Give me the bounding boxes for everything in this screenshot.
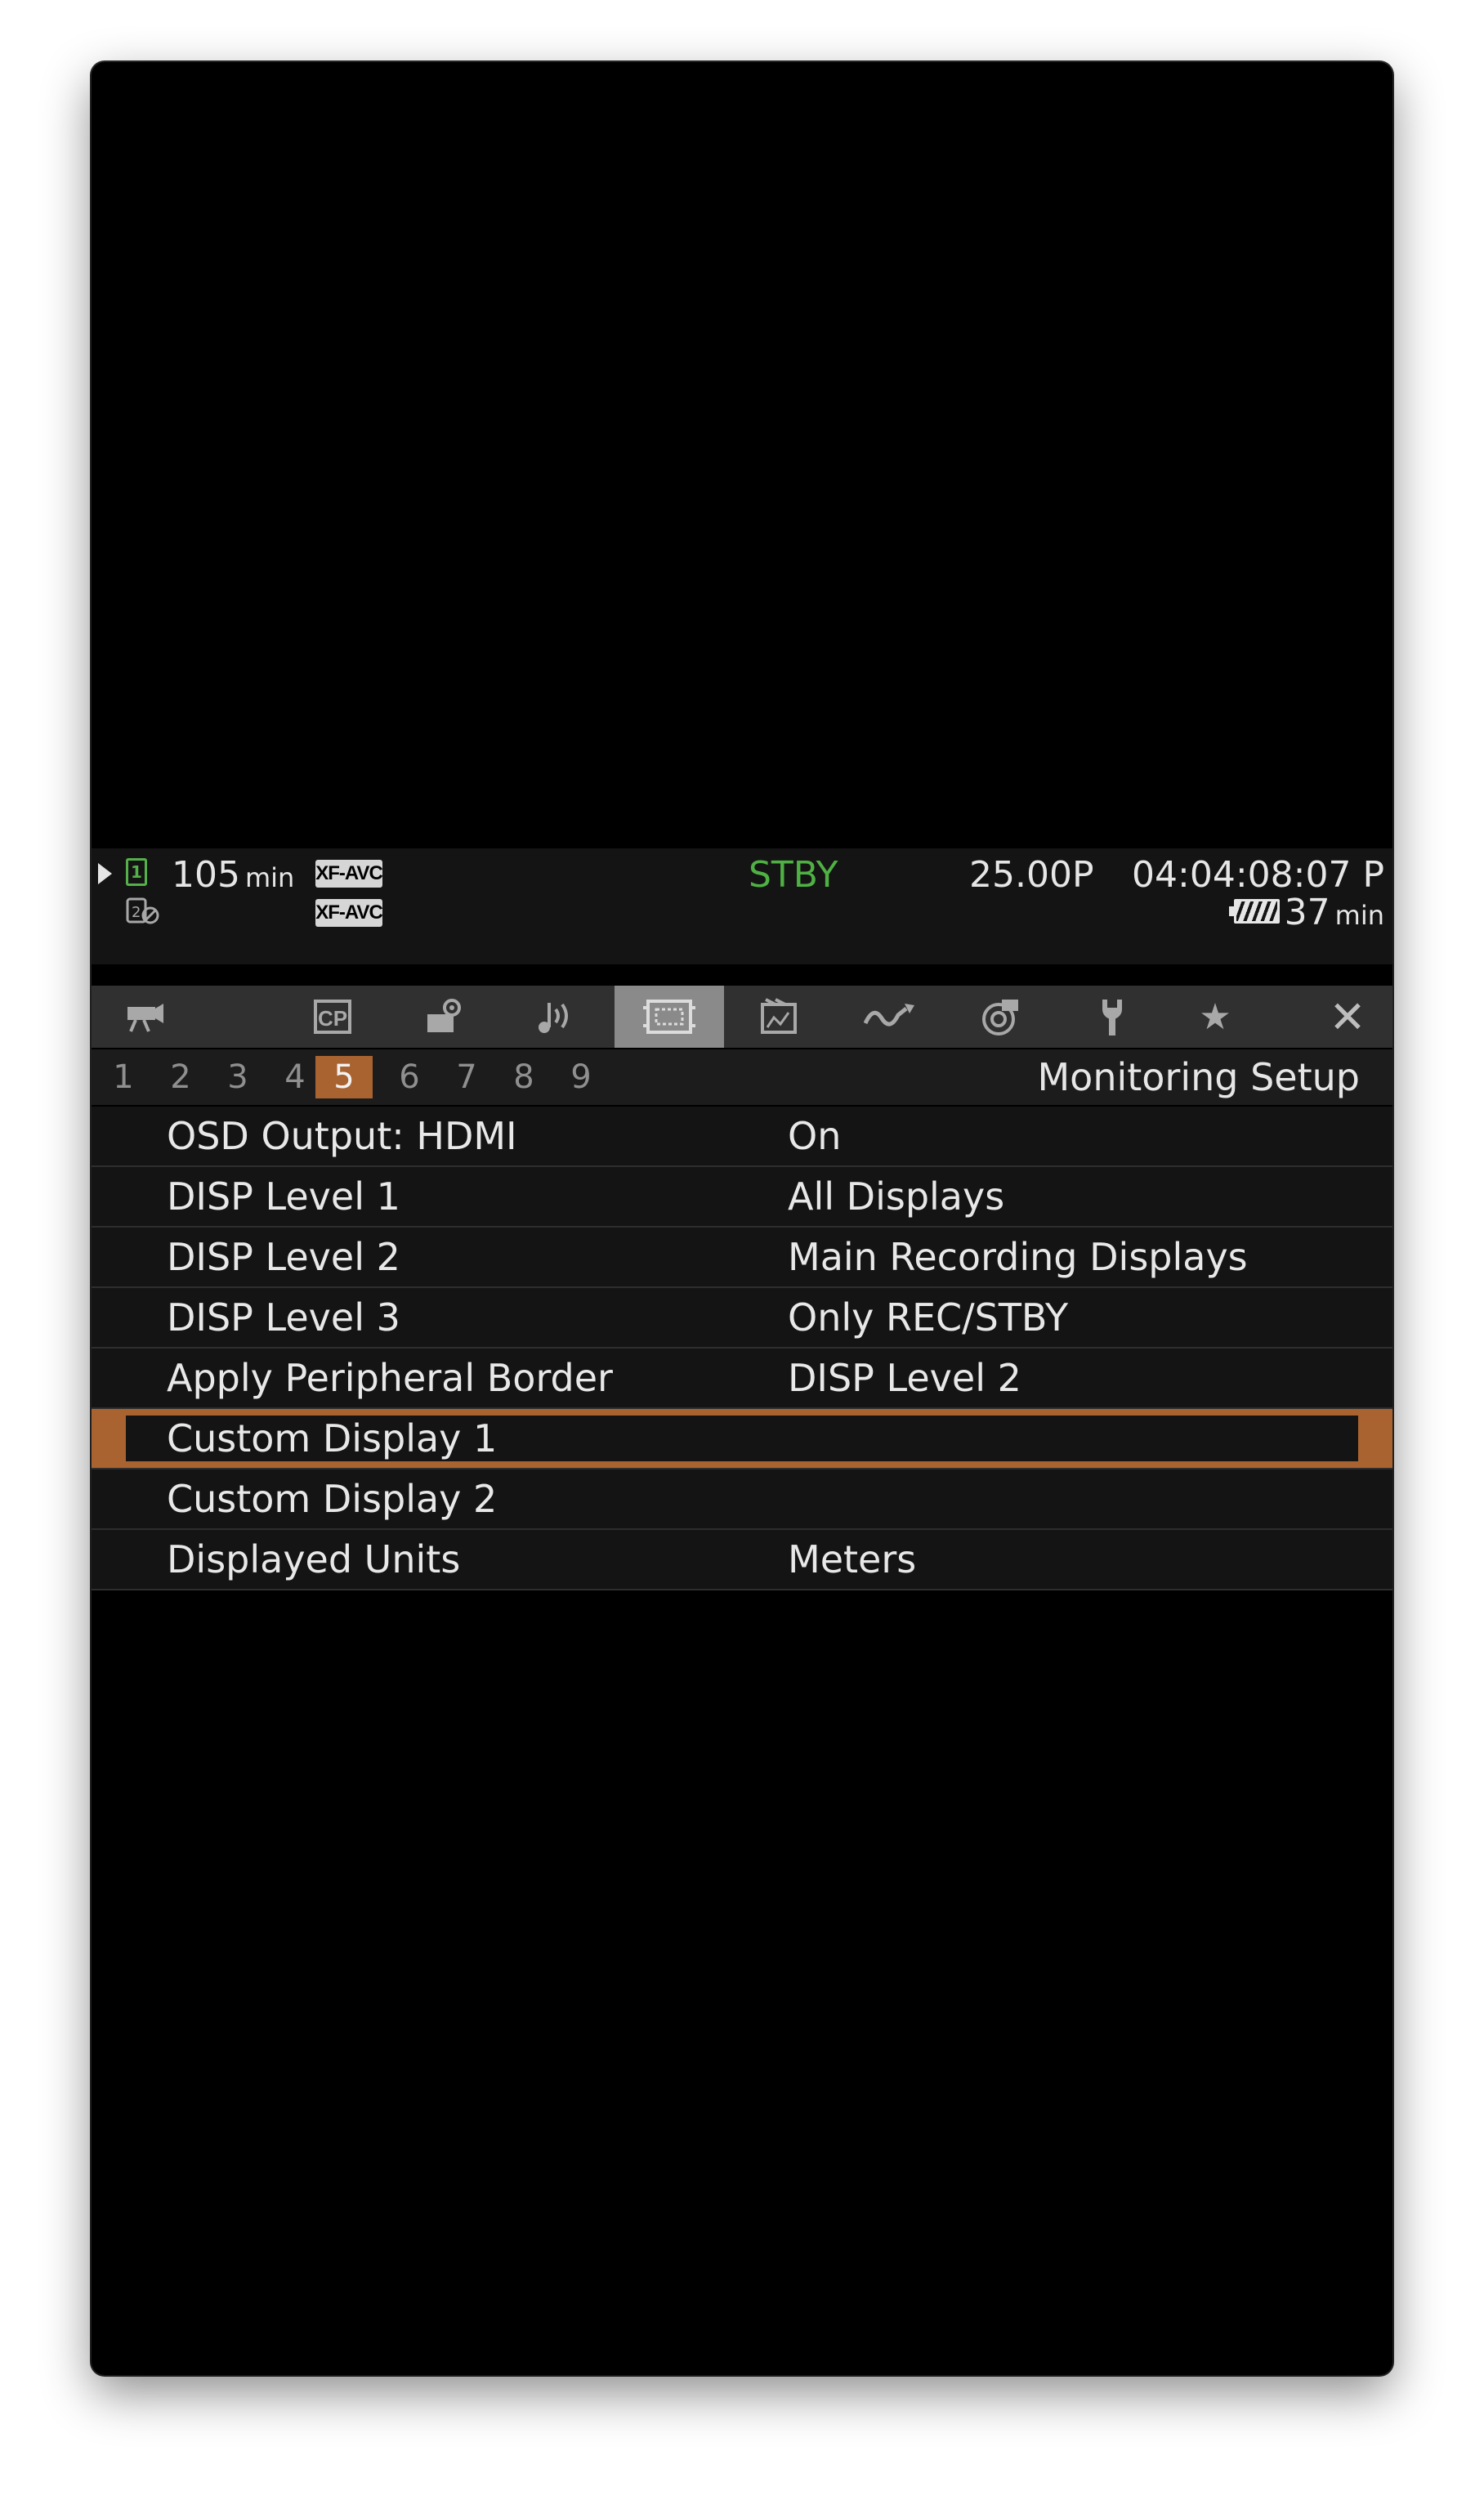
menu-item-value: On bbox=[788, 1114, 842, 1158]
page-2[interactable]: 2 bbox=[152, 1049, 209, 1105]
menu-item-value: Only REC/STBY bbox=[788, 1295, 1069, 1340]
status-bar: 1 2 105 min XF-AVC XF-AVC STBY 25.00P 04:… bbox=[92, 848, 1392, 964]
recording-media-icon bbox=[759, 998, 798, 1036]
menu-item-custom-display-1[interactable]: Custom Display 1 bbox=[92, 1409, 1392, 1469]
sd-card-1-icon: 1 bbox=[126, 858, 147, 886]
sd-card-2-icon: 2 bbox=[126, 896, 160, 925]
menu-tab-bar: CP ★ ✕ bbox=[92, 986, 1392, 1048]
menu-item-osd-output-hdmi[interactable]: OSD Output: HDMI On bbox=[92, 1107, 1392, 1167]
battery-remaining-time: 37 min bbox=[1285, 892, 1384, 936]
menu-item-value: Meters bbox=[788, 1537, 917, 1581]
tab-recording-media[interactable] bbox=[734, 986, 824, 1048]
menu-item-label: DISP Level 2 bbox=[167, 1235, 400, 1279]
menu-item-disp-level-3[interactable]: DISP Level 3 Only REC/STBY bbox=[92, 1288, 1392, 1349]
page-9[interactable]: 9 bbox=[552, 1049, 610, 1105]
tab-assist-functions[interactable] bbox=[956, 986, 1046, 1048]
media-minutes: 105 bbox=[172, 854, 240, 896]
custom-picture-icon: CP bbox=[314, 1000, 351, 1034]
tab-my-menu[interactable]: ★ bbox=[1170, 986, 1260, 1048]
tab-custom-picture[interactable]: CP bbox=[288, 986, 378, 1048]
page-8[interactable]: 8 bbox=[495, 1049, 552, 1105]
page-title: Monitoring Setup bbox=[1037, 1055, 1360, 1099]
menu-item-label: Custom Display 2 bbox=[167, 1477, 498, 1521]
assist-functions-icon bbox=[981, 996, 1021, 1037]
camera-screen: 1 2 105 min XF-AVC XF-AVC STBY 25.00P 04:… bbox=[92, 62, 1392, 2375]
tab-waveform[interactable] bbox=[845, 986, 935, 1048]
menu-item-label: Displayed Units bbox=[167, 1537, 461, 1581]
svg-text:2: 2 bbox=[132, 904, 141, 921]
waveform-icon bbox=[864, 1000, 916, 1033]
menu-item-label: OSD Output: HDMI bbox=[167, 1114, 517, 1158]
tab-monitoring[interactable] bbox=[615, 986, 724, 1048]
audio-icon bbox=[534, 998, 575, 1036]
close-icon: ✕ bbox=[1329, 991, 1366, 1043]
tab-audio[interactable] bbox=[510, 986, 600, 1048]
menu-item-label: DISP Level 3 bbox=[167, 1295, 400, 1340]
menu-item-label: Apply Peripheral Border bbox=[167, 1356, 613, 1400]
settings-list: OSD Output: HDMI On DISP Level 1 All Dis… bbox=[92, 1107, 1392, 1590]
timecode: 04:04:08:07 P bbox=[1132, 854, 1384, 896]
menu-item-value: All Displays bbox=[788, 1174, 1005, 1219]
battery-minutes: 37 bbox=[1284, 892, 1330, 933]
monitoring-icon bbox=[643, 996, 695, 1037]
page-1[interactable]: 1 bbox=[95, 1049, 152, 1105]
tab-camera[interactable] bbox=[92, 986, 196, 1048]
custom-picture-icon-label: CP bbox=[318, 1006, 347, 1031]
menu-item-label: Custom Display 1 bbox=[167, 1416, 498, 1460]
record-state: STBY bbox=[749, 854, 838, 896]
menu-item-value: Main Recording Displays bbox=[788, 1235, 1248, 1279]
media-unit: min bbox=[244, 862, 295, 893]
tab-system[interactable] bbox=[1067, 986, 1157, 1048]
format-badge-1: XF-AVC bbox=[315, 860, 383, 888]
media-remaining-time: 105 min bbox=[172, 855, 294, 898]
star-icon: ★ bbox=[1199, 995, 1231, 1038]
page-selector: 1 2 3 4 5 6 7 8 9 Monitoring Setup bbox=[92, 1049, 1392, 1105]
menu-item-label: DISP Level 1 bbox=[167, 1174, 400, 1219]
system-setup-icon bbox=[424, 998, 463, 1036]
play-arrow-icon bbox=[98, 863, 112, 884]
page-6[interactable]: 6 bbox=[381, 1049, 438, 1105]
menu-item-displayed-units[interactable]: Displayed Units Meters bbox=[92, 1530, 1392, 1590]
tab-system-setup[interactable] bbox=[399, 986, 489, 1048]
battery-icon bbox=[1229, 899, 1280, 924]
menu-item-apply-peripheral-border[interactable]: Apply Peripheral Border DISP Level 2 bbox=[92, 1349, 1392, 1409]
frame-rate: 25.00P bbox=[969, 854, 1094, 896]
camera-icon bbox=[123, 1000, 165, 1033]
wrench-icon bbox=[1096, 996, 1129, 1037]
menu-item-disp-level-2[interactable]: DISP Level 2 Main Recording Displays bbox=[92, 1228, 1392, 1288]
menu-item-custom-display-2[interactable]: Custom Display 2 bbox=[92, 1469, 1392, 1530]
page-3[interactable]: 3 bbox=[209, 1049, 266, 1105]
page-5[interactable]: 5 bbox=[315, 1056, 373, 1098]
close-button[interactable]: ✕ bbox=[1303, 986, 1392, 1048]
format-badge-2: XF-AVC bbox=[315, 899, 383, 927]
page-7[interactable]: 7 bbox=[438, 1049, 495, 1105]
menu-item-value: DISP Level 2 bbox=[788, 1356, 1021, 1400]
battery-unit: min bbox=[1334, 900, 1384, 931]
menu-item-disp-level-1[interactable]: DISP Level 1 All Displays bbox=[92, 1167, 1392, 1228]
